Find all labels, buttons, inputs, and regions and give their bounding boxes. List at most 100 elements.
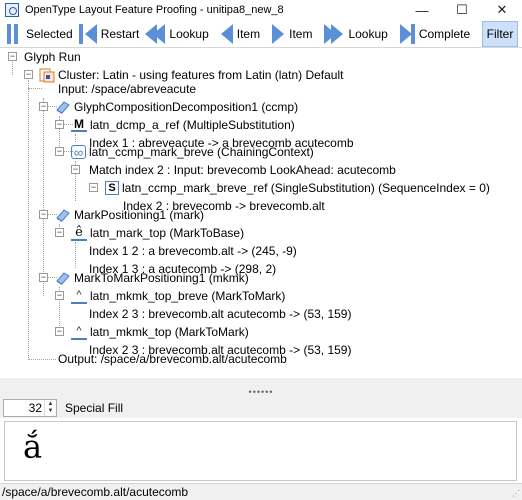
tree-node-label: latn_dcmp_a_ref (MultipleSubstitution): [90, 118, 295, 132]
tree-line: [12, 62, 13, 75]
ccmp-mark-expander[interactable]: −: [55, 147, 64, 156]
tree-node-mkmk-breve[interactable]: ^ latn_mkmk_top_breve (MarkToMark): [71, 287, 285, 305]
horizontal-scrollbar[interactable]: [0, 378, 522, 386]
previous-item-button[interactable]: Item: [215, 21, 266, 47]
previous-lookup-icon-2: [153, 23, 166, 44]
tree-node-mark[interactable]: MarkPositioning1 (mark): [55, 206, 204, 224]
tree-line: [75, 134, 76, 142]
preview-glyph: ắ: [23, 428, 43, 466]
title-bar: OpenType Layout Feature Proofing - uniti…: [0, 0, 522, 20]
tree-node-ccmp[interactable]: GlyphCompositionDecomposition1 (ccmp): [55, 98, 298, 116]
status-bar: /space/a/brevecomb.alt/acutecomb ⋰: [0, 483, 522, 500]
tree-node-label: MarkToMarkPositioning1 (mkmk): [74, 271, 249, 285]
filter-button[interactable]: Filter: [482, 21, 518, 47]
mkmk-expander[interactable]: −: [39, 273, 48, 282]
tree-node-label: latn_mark_top (MarkToBase): [90, 226, 245, 240]
mark-to-mark-icon: ^: [71, 325, 87, 340]
tree-node-mkmk-breve-index[interactable]: Index 2 3 : brevecomb.alt acutecomb -> (…: [89, 305, 351, 323]
tree-node-label: latn_mkmk_top_breve (MarkToMark): [90, 289, 286, 303]
previous-lookup-label: Lookup: [169, 26, 209, 41]
tree-node-label: Match index 2 : Input: brevecomb LookAhe…: [89, 163, 396, 177]
tree-node-label: latn_ccmp_mark_breve (ChainingContext): [89, 145, 314, 159]
font-size-spinner[interactable]: 32 ▲ ▼: [3, 399, 57, 417]
feature-icon: [55, 207, 71, 223]
glyph-preview: ắ: [4, 421, 517, 481]
tree-node-input[interactable]: Input: /space/abreveacute: [58, 80, 196, 98]
tree-node-label: MarkPositioning1 (mark): [74, 208, 205, 222]
next-lookup-icon-2: [331, 23, 344, 44]
tree-node-output[interactable]: Output: /space/a/brevecomb.alt/acutecomb: [58, 350, 287, 368]
toolbar: Selected Restart Lookup Item Item Lookup…: [0, 20, 522, 48]
ccmp-ref-expander[interactable]: −: [89, 183, 98, 192]
previous-lookup-button[interactable]: Lookup: [145, 21, 214, 47]
match-expander[interactable]: −: [71, 165, 80, 174]
root-expander[interactable]: −: [8, 52, 17, 61]
spinner-arrows-icon[interactable]: ▲ ▼: [44, 400, 56, 416]
mkmk-top-expander[interactable]: −: [55, 327, 64, 336]
tree-node-dcmp[interactable]: M latn_dcmp_a_ref (MultipleSubstitution): [71, 116, 295, 134]
dcmp-expander[interactable]: −: [55, 120, 64, 129]
complete-label: Complete: [418, 26, 471, 41]
tree-line: [28, 80, 29, 360]
pause-icon: [6, 23, 20, 44]
multiple-substitution-icon: M: [71, 117, 87, 132]
maximize-button[interactable]: ☐: [442, 0, 482, 20]
mark-to-mark-icon: ^: [71, 289, 87, 304]
special-fill-label: Special Fill: [65, 401, 124, 415]
font-size-value[interactable]: 32: [29, 401, 44, 415]
tree-line: [75, 242, 76, 268]
next-lookup-button[interactable]: Lookup: [318, 21, 393, 47]
feature-icon: [55, 270, 71, 286]
feature-icon: [55, 99, 71, 115]
tree-node-label: Input: /space/abreveacute: [58, 82, 197, 96]
previous-item-icon: [220, 23, 233, 44]
minimize-button[interactable]: —: [402, 0, 442, 20]
tree-node-label: Index 1 2 : a brevecomb.alt -> (245, -9): [89, 244, 297, 258]
tree-node-label: Index 2 3 : brevecomb.alt acutecomb -> (…: [89, 307, 352, 321]
status-text: /space/a/brevecomb.alt/acutecomb: [2, 485, 189, 499]
next-item-label: Item: [289, 26, 313, 41]
feature-tree[interactable]: − Glyph Run − Cluster: Latin - using fea…: [3, 48, 519, 378]
next-lookup-label: Lookup: [348, 26, 388, 41]
tree-node-mkmk-top[interactable]: ^ latn_mkmk_top (MarkToMark): [71, 323, 249, 341]
mark-to-base-icon: ê: [71, 225, 87, 241]
close-button[interactable]: ✕: [482, 0, 522, 20]
app-icon: [5, 3, 19, 17]
tree-node-match[interactable]: Match index 2 : Input: brevecomb LookAhe…: [89, 161, 396, 179]
single-substitution-icon: S: [105, 181, 119, 195]
tree-node-label: latn_mkmk_top (MarkToMark): [90, 325, 249, 339]
restart-label: Restart: [100, 26, 140, 41]
complete-button[interactable]: Complete: [394, 21, 476, 47]
tree-node-mkmk[interactable]: MarkToMarkPositioning1 (mkmk): [55, 269, 249, 287]
restart-button[interactable]: Restart: [78, 21, 146, 47]
selected-button[interactable]: Selected: [0, 21, 79, 47]
tree-node-label: Output: /space/a/brevecomb.alt/acutecomb: [58, 352, 287, 366]
window-controls: — ☐ ✕: [402, 0, 522, 20]
mark-expander[interactable]: −: [39, 210, 48, 219]
cluster-icon: [39, 67, 55, 83]
resize-grip-icon[interactable]: ⋰: [512, 489, 520, 498]
complete-bar-icon: [410, 23, 415, 44]
tree-line: [43, 98, 44, 296]
ccmp-expander[interactable]: −: [39, 102, 48, 111]
mark-top-expander[interactable]: −: [55, 228, 64, 237]
tree-node-ccmp-mark[interactable]: ∞ latn_ccmp_mark_breve (ChainingContext): [71, 143, 314, 161]
tree-node-root[interactable]: Glyph Run: [24, 48, 81, 66]
cluster-expander[interactable]: −: [24, 70, 33, 79]
next-item-button[interactable]: Item: [266, 21, 318, 47]
previous-item-label: Item: [236, 26, 261, 41]
splitter-handle[interactable]: ••••••: [0, 386, 522, 398]
restart-bar-icon: [78, 23, 83, 44]
window-title: OpenType Layout Feature Proofing - uniti…: [25, 4, 284, 16]
tree-line: [28, 88, 42, 89]
tree-node-label: latn_ccmp_mark_breve_ref (SingleSubstitu…: [122, 181, 490, 195]
selected-label: Selected: [26, 26, 73, 41]
tree-node-mark-top[interactable]: ê latn_mark_top (MarkToBase): [71, 224, 244, 242]
tree-node-label: Glyph Run: [24, 50, 81, 64]
tree-node-label: GlyphCompositionDecomposition1 (ccmp): [74, 100, 299, 114]
next-item-icon: [272, 23, 285, 44]
mkmk-breve-expander[interactable]: −: [55, 291, 64, 300]
tree-line: [28, 359, 56, 360]
tree-node-mark-index-1[interactable]: Index 1 2 : a brevecomb.alt -> (245, -9): [89, 242, 297, 260]
tree-node-ccmp-ref[interactable]: S latn_ccmp_mark_breve_ref (SingleSubsti…: [105, 179, 490, 197]
